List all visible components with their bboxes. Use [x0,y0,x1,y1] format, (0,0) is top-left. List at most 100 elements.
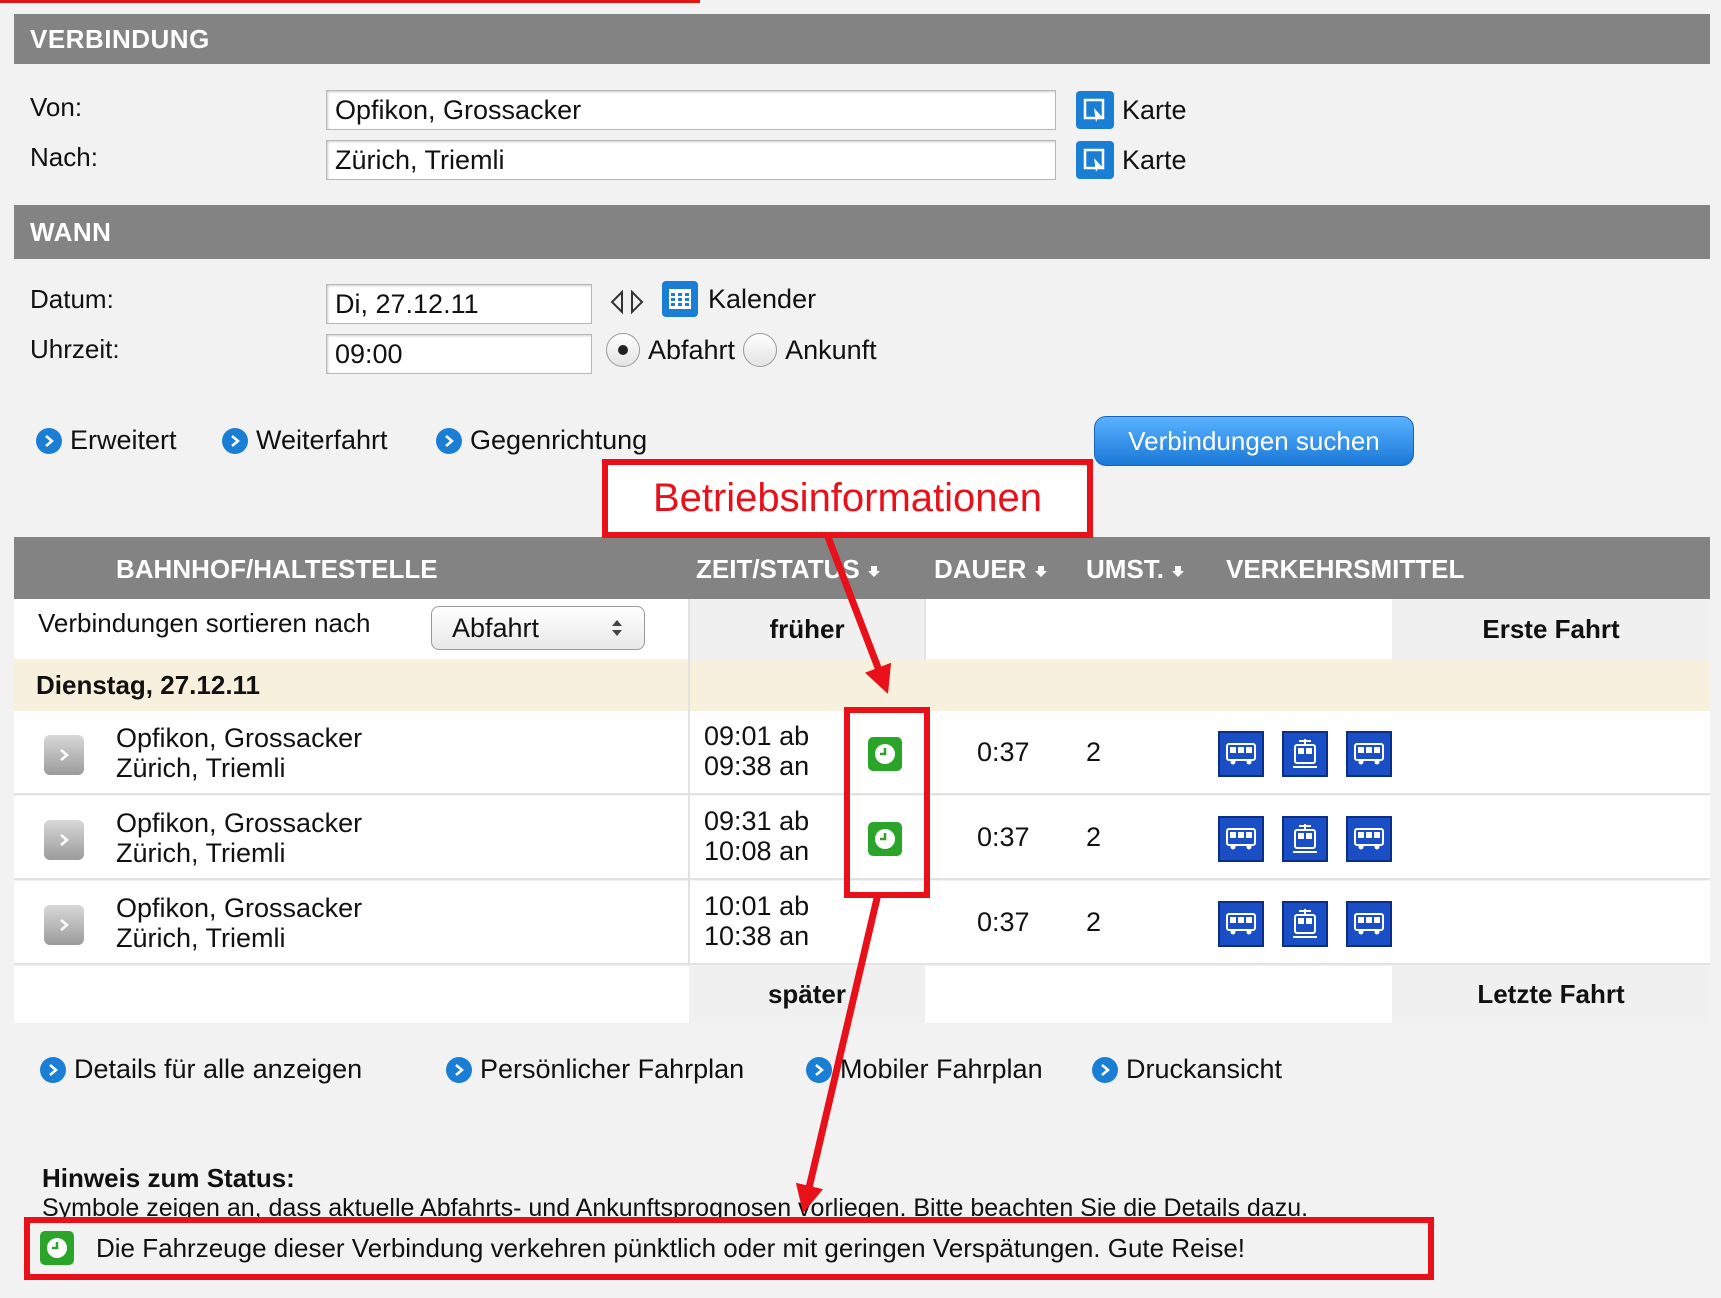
print-view-link[interactable]: Druckansicht [1092,1054,1282,1085]
row-from: Opfikon, Grossacker [116,893,363,923]
row-to: Zürich, Triemli [116,753,286,783]
mobile-timetable-label: Mobiler Fahrplan [840,1054,1043,1084]
erweitert-link[interactable]: Erweitert [36,425,177,456]
row-duration: 0:37 [977,907,1030,937]
prev-day-icon[interactable] [608,288,626,316]
search-connections-button[interactable]: Verbindungen suchen [1094,416,1414,466]
details-all-link[interactable]: Details für alle anzeigen [40,1054,362,1085]
bus-icon[interactable] [1346,901,1392,947]
later-button[interactable]: später [689,966,925,1023]
map-pointer-icon [1076,91,1114,129]
uhrzeit-label: Uhrzeit: [30,334,120,364]
col-header-verkehrsmittel: VERKEHRSMITTEL [1226,554,1465,584]
gegenrichtung-label: Gegenrichtung [470,425,648,455]
von-map-button[interactable]: Karte [1076,91,1187,129]
row-to: Zürich, Triemli [116,838,286,868]
ankunft-label: Ankunft [785,334,877,365]
sort-down-icon [867,566,880,577]
row-to: Zürich, Triemli [116,923,286,953]
row-departure: 09:31 ab [704,806,810,836]
gegenrichtung-link[interactable]: Gegenrichtung [436,425,647,456]
nach-label: Nach: [30,142,98,172]
legend-highlight-box [24,1217,1434,1280]
row-duration: 0:37 [977,737,1030,767]
col-header-dauer-label: DAUER [934,554,1027,584]
weiterfahrt-link[interactable]: Weiterfahrt [222,425,388,456]
page: VERBINDUNG Von: Opfikon, Grossacker Kart… [0,0,1721,1298]
transport-icons [1218,816,1392,862]
arrow-right-bullet-icon [436,427,462,454]
personal-timetable-link[interactable]: Persönlicher Fahrplan [446,1054,744,1085]
row-arrival: 09:38 an [704,751,810,781]
print-view-label: Druckansicht [1126,1054,1283,1084]
nach-input[interactable]: Zürich, Triemli [326,140,1056,180]
first-connection-button[interactable]: Erste Fahrt [1392,599,1710,659]
arrow-right-bullet-icon [806,1056,832,1083]
col-header-station: BAHNHOF/HALTESTELLE [116,554,438,584]
uhrzeit-input[interactable]: 09:00 [326,334,592,374]
next-day-icon[interactable] [628,288,646,316]
map-label: Karte [1122,94,1187,125]
map-label: Karte [1122,144,1187,175]
nach-map-button[interactable]: Karte [1076,141,1187,179]
row-from: Opfikon, Grossacker [116,808,363,838]
details-all-label: Details für alle anzeigen [74,1054,363,1084]
col-header-zeit[interactable]: ZEIT/STATUS [696,554,881,585]
sort-select[interactable]: Abfahrt [431,606,645,650]
results-table-header: BAHNHOF/HALTESTELLE ZEIT/STATUS DAUER UM… [14,537,1710,599]
von-label: Von: [30,92,83,122]
column-divider [924,599,926,659]
bus-icon[interactable] [1218,731,1264,777]
row-changes: 2 [1086,737,1102,767]
bus-icon[interactable] [1218,816,1264,862]
tram-icon[interactable] [1282,731,1328,777]
mobile-timetable-link[interactable]: Mobiler Fahrplan [806,1054,1043,1085]
ankunft-radio[interactable] [743,333,778,367]
column-divider [688,599,690,1023]
last-connection-button[interactable]: Letzte Fahrt [1392,966,1710,1023]
arrow-right-bullet-icon [40,1056,66,1083]
bus-icon[interactable] [1346,731,1392,777]
betriebsinformationen-label: Betriebsinformationen [602,459,1093,538]
arrow-right-bullet-icon [222,427,248,454]
expand-arrow-icon[interactable] [44,820,84,860]
abfahrt-label: Abfahrt [648,334,736,365]
sort-down-icon [1172,566,1185,577]
col-header-umst[interactable]: UMST. [1086,554,1185,585]
erweitert-label: Erweitert [70,425,177,455]
radio-selected-dot [618,345,628,355]
time-mode-radio-group: Abfahrt Ankunft [606,333,877,367]
day-header: Dienstag, 27.12.11 [14,659,1710,711]
updown-chevron-icon [612,620,622,636]
tram-icon[interactable] [1282,901,1328,947]
von-input[interactable]: Opfikon, Grossacker [326,90,1056,130]
datum-input[interactable]: Di, 27.12.11 [326,284,592,324]
abfahrt-radio[interactable] [606,333,640,367]
arrow-right-bullet-icon [1092,1056,1118,1083]
row-departure: 09:01 ab [704,721,810,751]
transport-icons [1218,731,1392,777]
map-pointer-icon [1076,141,1114,179]
expand-arrow-icon[interactable] [44,905,84,945]
personal-timetable-label: Persönlicher Fahrplan [480,1054,745,1084]
tram-icon[interactable] [1282,816,1328,862]
col-header-umst-label: UMST. [1086,554,1164,584]
section-title: VERBINDUNG [30,23,210,54]
section-header-wann: WANN [14,205,1710,259]
col-header-dauer[interactable]: DAUER [934,554,1048,585]
bus-icon[interactable] [1346,816,1392,862]
datum-label: Datum: [30,284,114,314]
sort-down-icon [1034,566,1047,577]
row-arrival: 10:08 an [704,836,810,866]
expand-arrow-icon[interactable] [44,735,84,775]
earlier-button[interactable]: früher [689,599,925,659]
row-arrival: 10:38 an [704,921,810,951]
kalender-button[interactable]: Kalender [662,281,816,317]
kalender-label: Kalender [708,283,817,314]
section-title: WANN [30,216,112,247]
transport-icons [1218,901,1392,947]
row-changes: 2 [1086,822,1102,852]
bus-icon[interactable] [1218,901,1264,947]
row-from: Opfikon, Grossacker [116,723,363,753]
row-departure: 10:01 ab [704,891,810,921]
